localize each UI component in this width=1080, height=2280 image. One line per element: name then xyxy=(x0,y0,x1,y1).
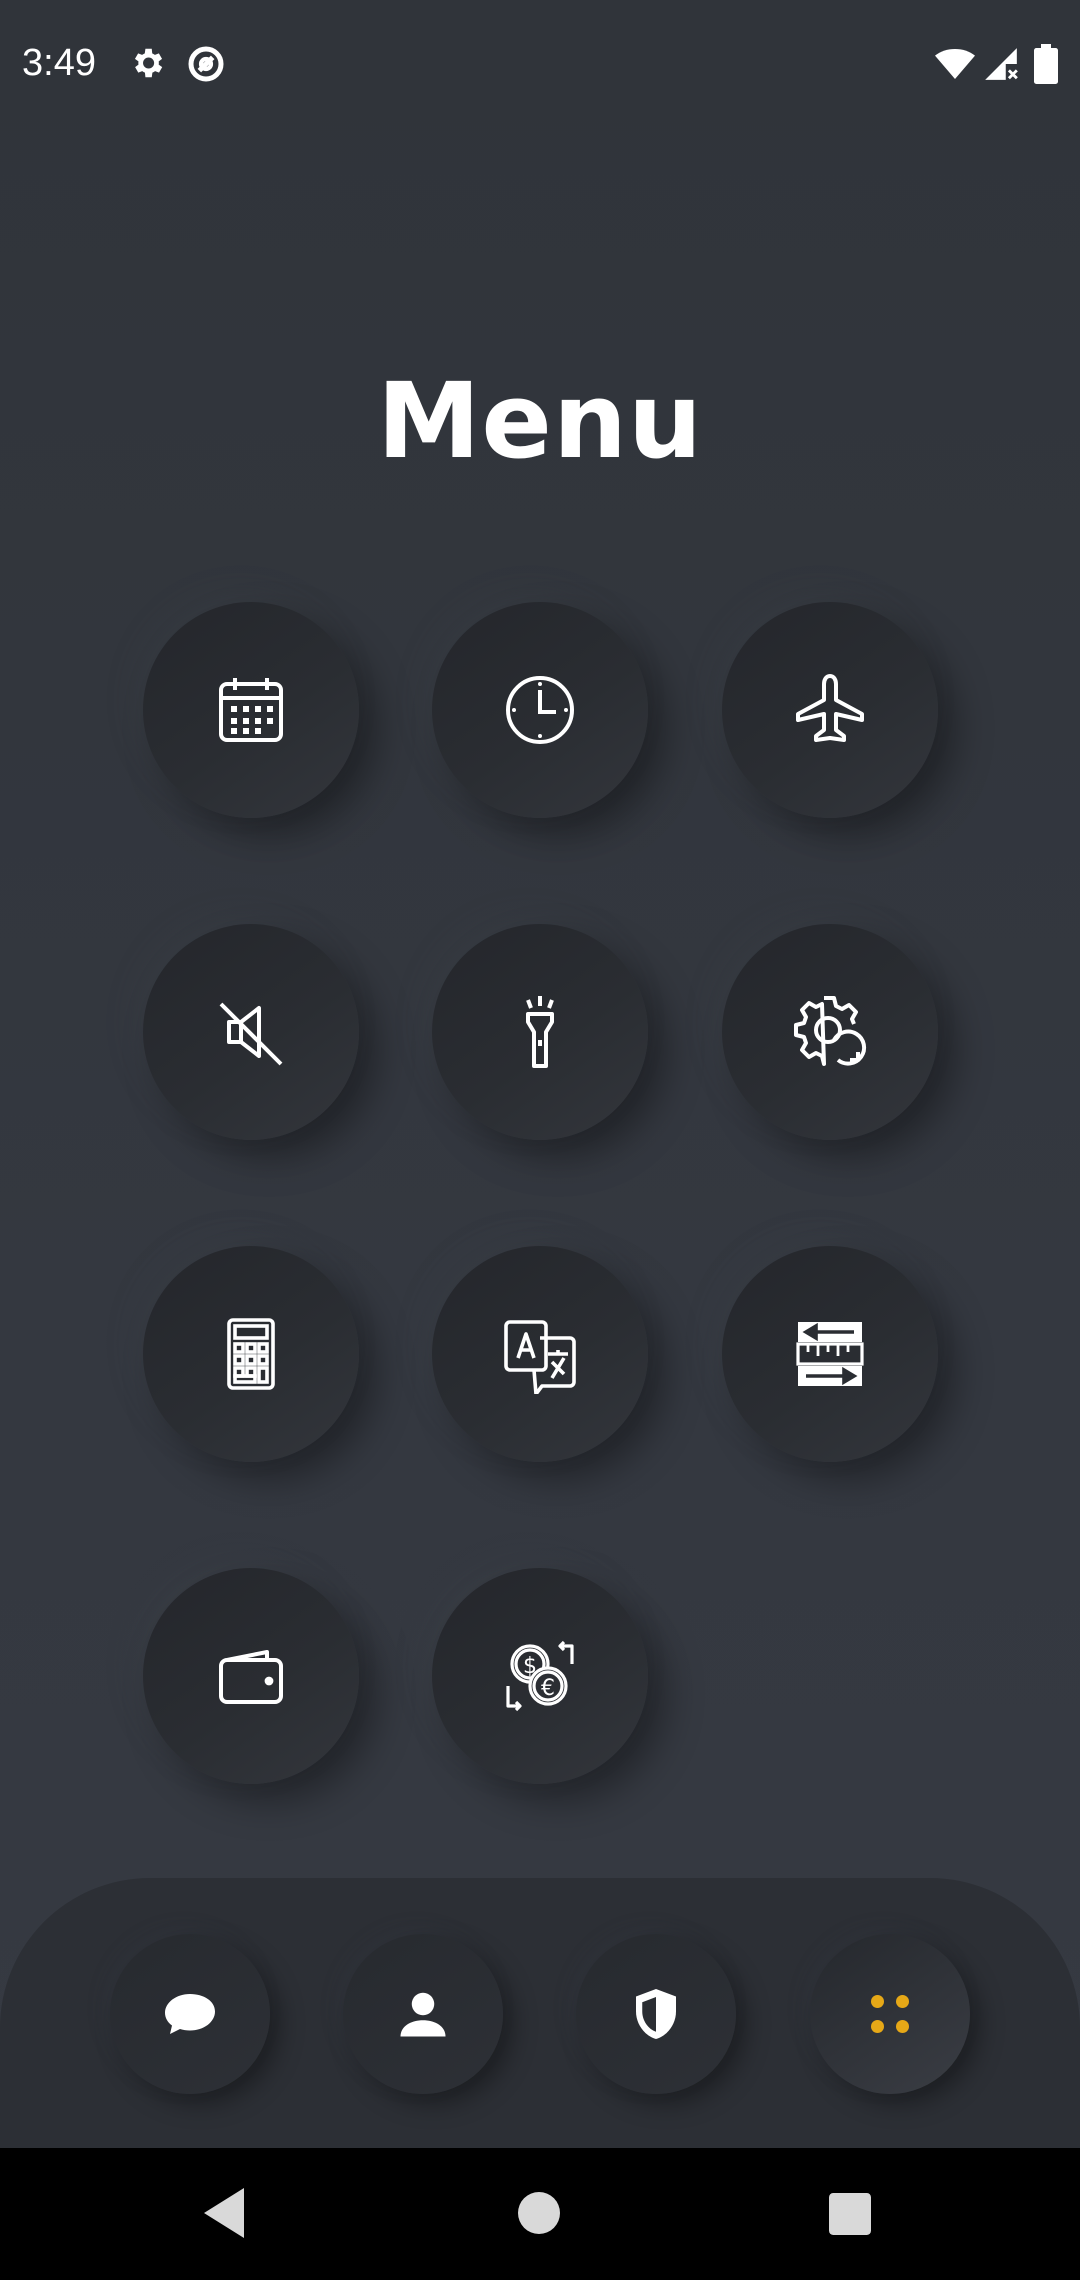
shield-icon xyxy=(636,1989,676,2039)
recents-icon[interactable] xyxy=(829,2193,871,2239)
back-icon[interactable] xyxy=(204,2188,248,2242)
calendar-button[interactable] xyxy=(143,602,359,818)
profile-nav-button[interactable] xyxy=(343,1934,503,2094)
security-nav-button[interactable] xyxy=(576,1934,736,2094)
cell-signal-icon xyxy=(982,44,1020,88)
bottom-nav xyxy=(0,1878,1080,2148)
chat-nav-button[interactable] xyxy=(110,1934,270,2094)
home-icon[interactable] xyxy=(518,2192,560,2238)
settings-icon xyxy=(128,44,166,86)
wallet-icon xyxy=(219,1650,283,1704)
currency-exchange-icon: $ € xyxy=(506,1640,574,1712)
calculator-icon xyxy=(227,1318,275,1390)
clock-icon xyxy=(506,676,574,744)
grid-dots-icon xyxy=(871,1995,909,2033)
status-time: 3:49 xyxy=(22,42,96,84)
currency-exchange-button[interactable]: $ € xyxy=(432,1568,648,1784)
airplane-button[interactable] xyxy=(722,602,938,818)
calculator-button[interactable] xyxy=(143,1246,359,1462)
flashlight-icon xyxy=(526,996,554,1068)
page-title: Menu xyxy=(376,360,704,482)
gear-refresh-button[interactable] xyxy=(722,924,938,1140)
wifi-icon xyxy=(934,44,976,88)
battery-icon xyxy=(1034,44,1058,88)
calendar-icon xyxy=(219,678,283,742)
status-bar: 3:49 xyxy=(0,0,1080,135)
chat-icon xyxy=(165,1994,215,2034)
svg-text:€: € xyxy=(541,1676,555,1701)
system-nav-bar xyxy=(0,2148,1080,2280)
airplane-icon xyxy=(796,674,864,742)
gear-refresh-icon xyxy=(794,996,867,1066)
unit-converter-icon xyxy=(796,1322,864,1386)
translate-icon xyxy=(504,1320,576,1394)
mute-button[interactable] xyxy=(143,924,359,1140)
person-icon xyxy=(400,1992,446,2037)
unit-converter-button[interactable] xyxy=(722,1246,938,1462)
menu-nav-button[interactable] xyxy=(810,1934,970,2094)
translate-button[interactable] xyxy=(432,1246,648,1462)
mute-icon xyxy=(219,1002,283,1066)
no-data-icon xyxy=(186,44,226,88)
clock-button[interactable] xyxy=(432,602,648,818)
flashlight-button[interactable] xyxy=(432,924,648,1140)
wallet-button[interactable] xyxy=(143,1568,359,1784)
